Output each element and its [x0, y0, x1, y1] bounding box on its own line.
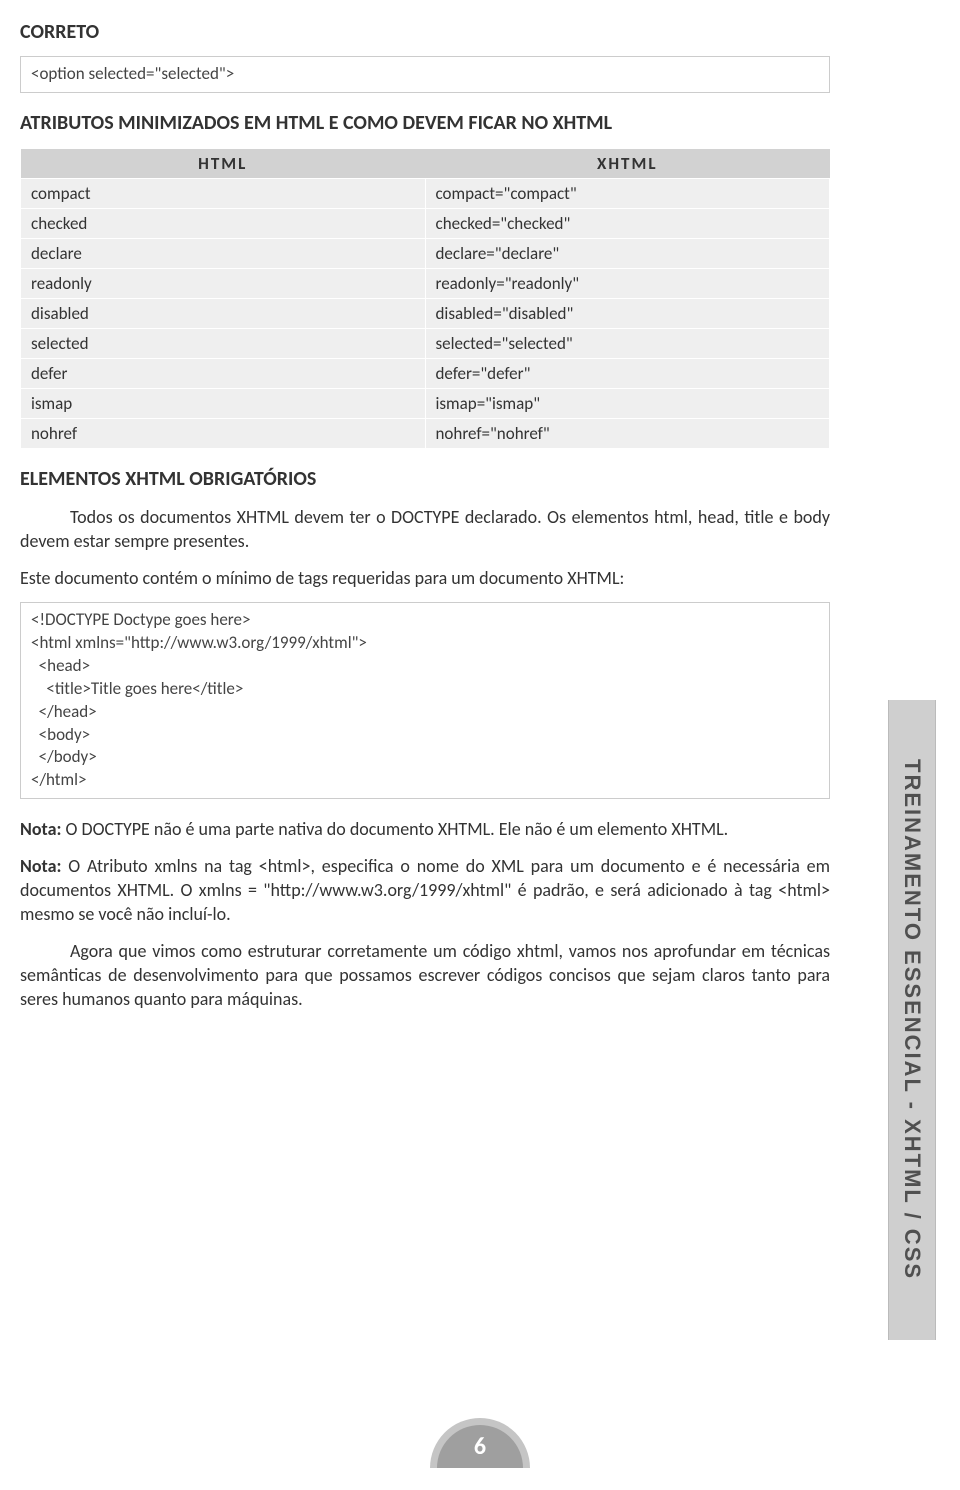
sidebar-text: TREINAMENTO ESSENCIAL - XHTML / CSS [899, 759, 925, 1280]
cell-right: disabled="disabled" [425, 298, 830, 328]
cell-left: nohref [21, 418, 426, 448]
attributes-table: HTML XHTML compactcompact="compact" chec… [20, 149, 830, 449]
cell-right: nohref="nohref" [425, 418, 830, 448]
table-row: declaredeclare="declare" [21, 238, 830, 268]
paragraph-doctype: Todos os documentos XHTML devem ter o DO… [20, 505, 830, 554]
nota-1-text: O DOCTYPE não é uma parte nativa do docu… [61, 818, 728, 840]
table-row: deferdefer="defer" [21, 358, 830, 388]
table-row: selectedselected="selected" [21, 328, 830, 358]
cell-left: ismap [21, 388, 426, 418]
label-correto: CORRETO [20, 20, 830, 44]
section-title-elementos: ELEMENTOS XHTML OBRIGATÓRIOS [20, 467, 830, 491]
cell-left: defer [21, 358, 426, 388]
table-header-xhtml: XHTML [425, 149, 830, 179]
cell-left: disabled [21, 298, 426, 328]
table-row: readonlyreadonly="readonly" [21, 268, 830, 298]
cell-left: compact [21, 178, 426, 208]
table-row: ismapismap="ismap" [21, 388, 830, 418]
nota-2-label: Nota: [20, 855, 61, 877]
table-row: checkedchecked="checked" [21, 208, 830, 238]
code-text: <!DOCTYPE Doctype goes here> <html xmlns… [31, 609, 819, 793]
cell-left: readonly [21, 268, 426, 298]
code-box-xhtml-skeleton: <!DOCTYPE Doctype goes here> <html xmlns… [20, 602, 830, 800]
cell-right: compact="compact" [425, 178, 830, 208]
code-text: <option selected="selected"> [31, 63, 819, 86]
page-number-value: 6 [437, 1425, 523, 1468]
nota-2: Nota: O Atributo xmlns na tag <html>, es… [20, 854, 830, 927]
cell-right: declare="declare" [425, 238, 830, 268]
cell-right: checked="checked" [425, 208, 830, 238]
cell-right: readonly="readonly" [425, 268, 830, 298]
table-row: nohrefnohref="nohref" [21, 418, 830, 448]
paragraph-closing: Agora que vimos como estruturar corretam… [20, 939, 830, 1012]
section-title-atributos: ATRIBUTOS MINIMIZADOS EM HTML E COMO DEV… [20, 111, 830, 135]
cell-right: ismap="ismap" [425, 388, 830, 418]
cell-left: selected [21, 328, 426, 358]
page-number: 6 [430, 1418, 530, 1468]
table-row: disableddisabled="disabled" [21, 298, 830, 328]
table-row: compactcompact="compact" [21, 178, 830, 208]
code-box-option-selected: <option selected="selected"> [20, 56, 830, 93]
cell-left: checked [21, 208, 426, 238]
nota-2-text: O Atributo xmlns na tag <html>, especifi… [20, 855, 830, 926]
nota-1-label: Nota: [20, 818, 61, 840]
nota-1: Nota: O DOCTYPE não é uma parte nativa d… [20, 817, 830, 841]
sidebar-banner: TREINAMENTO ESSENCIAL - XHTML / CSS [888, 700, 936, 1340]
table-header-html: HTML [21, 149, 426, 179]
cell-right: defer="defer" [425, 358, 830, 388]
cell-right: selected="selected" [425, 328, 830, 358]
cell-left: declare [21, 238, 426, 268]
paragraph-min-tags: Este documento contém o mínimo de tags r… [20, 566, 830, 590]
